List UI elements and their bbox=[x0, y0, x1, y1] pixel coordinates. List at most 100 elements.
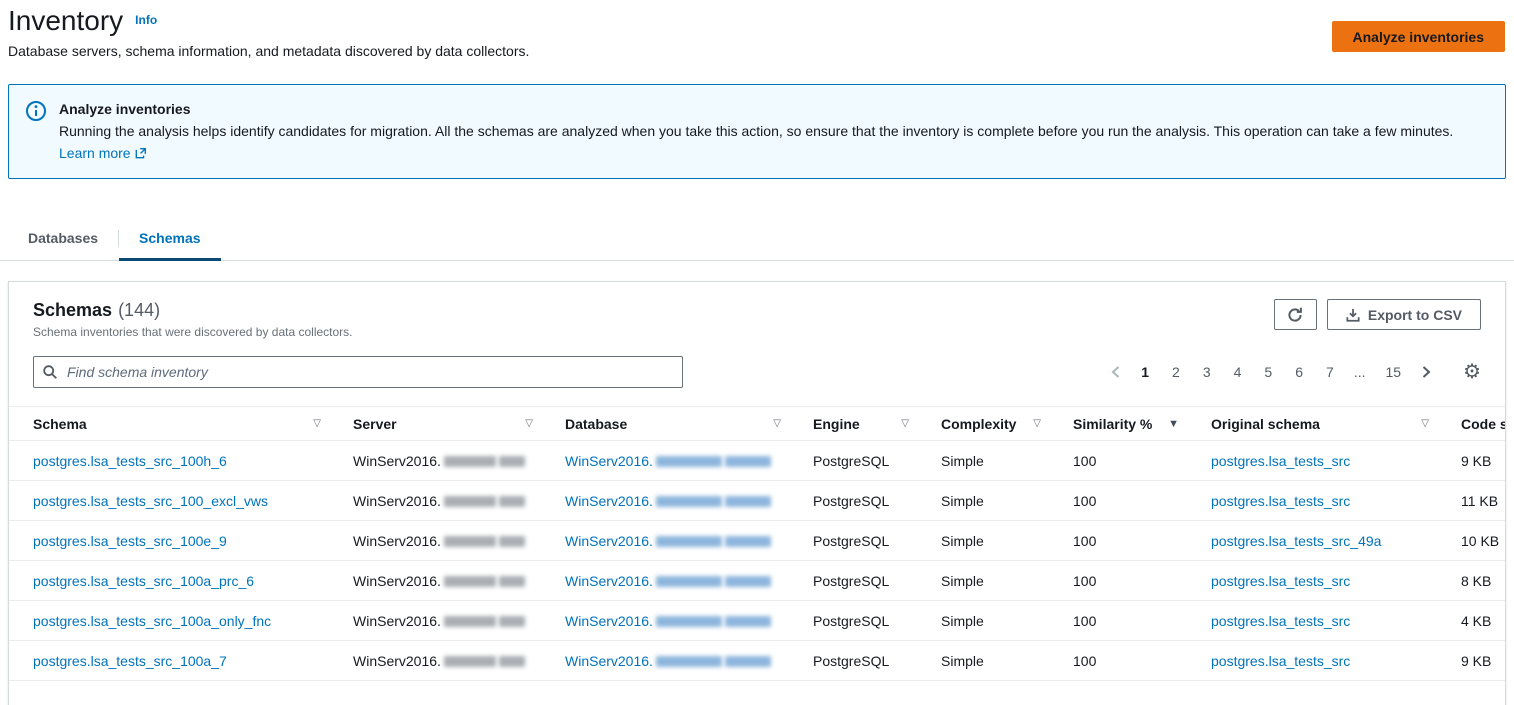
analyze-inventories-button[interactable]: Analyze inventories bbox=[1331, 21, 1505, 52]
page-number[interactable]: 3 bbox=[1200, 362, 1214, 382]
tab-databases[interactable]: Databases bbox=[8, 217, 118, 260]
column-header-server[interactable]: Server ▽ bbox=[337, 406, 549, 441]
redacted-text bbox=[498, 496, 525, 508]
column-header-similarity[interactable]: Similarity % ▼ bbox=[1057, 406, 1195, 441]
redacted-text bbox=[655, 496, 722, 508]
alert-body-text: Running the analysis helps identify cand… bbox=[59, 123, 1454, 139]
similarity-cell: 100 bbox=[1057, 600, 1195, 641]
redacted-text bbox=[443, 576, 496, 588]
filter-icon[interactable]: ▽ bbox=[901, 418, 909, 429]
database-link[interactable]: WinServ2016. bbox=[565, 533, 771, 549]
schema-link[interactable]: postgres.lsa_tests_src_100e_9 bbox=[33, 533, 227, 549]
column-header-code-size[interactable]: Code size bbox=[1445, 406, 1505, 441]
original-schema-link[interactable]: postgres.lsa_tests_src bbox=[1211, 613, 1350, 629]
redacted-text bbox=[655, 536, 722, 548]
table-row: postgres.lsa_tests_src_100a_only_fnc Win… bbox=[9, 600, 1505, 641]
pagination-ellipsis: ... bbox=[1353, 364, 1366, 380]
info-link[interactable]: Info bbox=[135, 13, 157, 27]
schema-link[interactable]: postgres.lsa_tests_src_100a_only_fnc bbox=[33, 613, 271, 629]
refresh-button[interactable] bbox=[1273, 299, 1317, 330]
server-name: WinServ2016. bbox=[353, 572, 441, 589]
original-schema-link[interactable]: postgres.lsa_tests_src bbox=[1211, 653, 1350, 669]
info-alert: Analyze inventories Running the analysis… bbox=[8, 84, 1506, 179]
page-number[interactable]: 7 bbox=[1323, 362, 1337, 382]
redacted-text bbox=[655, 456, 722, 468]
page-header: Inventory Info Database servers, schema … bbox=[0, 0, 1514, 59]
complexity-cell: Simple bbox=[925, 600, 1057, 641]
database-link[interactable]: WinServ2016. bbox=[565, 573, 771, 589]
page-number[interactable]: 15 bbox=[1382, 362, 1404, 382]
server-name: WinServ2016. bbox=[353, 452, 441, 469]
database-link[interactable]: WinServ2016. bbox=[565, 653, 771, 669]
schema-link[interactable]: postgres.lsa_tests_src_100_excl_vws bbox=[33, 493, 268, 509]
redacted-text bbox=[498, 456, 525, 468]
redacted-text bbox=[655, 656, 722, 668]
sort-descending-icon[interactable]: ▼ bbox=[1168, 418, 1179, 430]
original-schema-link[interactable]: postgres.lsa_tests_src_49a bbox=[1211, 533, 1381, 549]
engine-cell: PostgreSQL bbox=[797, 520, 925, 561]
search-box bbox=[33, 356, 683, 388]
filter-icon[interactable]: ▽ bbox=[1033, 418, 1041, 429]
page-description: Database servers, schema information, an… bbox=[8, 43, 530, 59]
table-row: postgres.lsa_tests_src_100h_6 WinServ201… bbox=[9, 440, 1505, 481]
inventory-page: Inventory Info Database servers, schema … bbox=[0, 0, 1514, 705]
learn-more-link[interactable]: Learn more bbox=[59, 145, 147, 161]
page-number[interactable]: 2 bbox=[1169, 362, 1183, 382]
schema-link[interactable]: postgres.lsa_tests_src_100a_prc_6 bbox=[33, 573, 254, 589]
original-schema-link[interactable]: postgres.lsa_tests_src bbox=[1211, 493, 1350, 509]
redacted-text bbox=[655, 616, 722, 628]
page-number[interactable]: 1 bbox=[1138, 362, 1152, 382]
redacted-text bbox=[655, 576, 722, 588]
download-icon bbox=[1346, 308, 1360, 322]
filter-icon[interactable]: ▽ bbox=[313, 418, 321, 429]
column-header-database[interactable]: Database ▽ bbox=[549, 406, 797, 441]
preferences-gear-icon[interactable]: ⚙ bbox=[1463, 362, 1481, 382]
tab-schemas[interactable]: Schemas bbox=[119, 217, 222, 261]
database-link[interactable]: WinServ2016. bbox=[565, 613, 771, 629]
similarity-cell: 100 bbox=[1057, 520, 1195, 561]
server-name: WinServ2016. bbox=[353, 532, 441, 549]
original-schema-link[interactable]: postgres.lsa_tests_src bbox=[1211, 453, 1350, 469]
column-header-original-schema[interactable]: Original schema ▽ bbox=[1195, 406, 1445, 441]
server-name: WinServ2016. bbox=[353, 492, 441, 509]
filter-icon[interactable]: ▽ bbox=[773, 418, 781, 429]
complexity-cell: Simple bbox=[925, 520, 1057, 561]
redacted-text bbox=[724, 496, 771, 508]
redacted-text bbox=[724, 616, 771, 628]
redacted-text bbox=[724, 456, 771, 468]
engine-cell: PostgreSQL bbox=[797, 440, 925, 481]
page-number[interactable]: 4 bbox=[1231, 362, 1245, 382]
external-link-icon bbox=[135, 146, 147, 162]
similarity-cell: 100 bbox=[1057, 640, 1195, 681]
column-header-schema[interactable]: Schema ▽ bbox=[9, 406, 337, 441]
column-header-engine[interactable]: Engine ▽ bbox=[797, 406, 925, 441]
filter-icon[interactable]: ▽ bbox=[1421, 418, 1429, 429]
code-size-cell: 10 KB bbox=[1445, 520, 1505, 561]
page-number[interactable]: 5 bbox=[1261, 362, 1275, 382]
code-size-cell: 9 KB bbox=[1445, 440, 1505, 481]
schema-link[interactable]: postgres.lsa_tests_src_100h_6 bbox=[33, 453, 227, 469]
table-header-row: Schema ▽ Server ▽ Database ▽ Engine ▽ Comple… bbox=[9, 406, 1505, 441]
schema-link[interactable]: postgres.lsa_tests_src_100a_7 bbox=[33, 653, 227, 669]
table-row: postgres.lsa_tests_src_100e_9 WinServ201… bbox=[9, 520, 1505, 561]
redacted-text bbox=[498, 536, 525, 548]
database-link[interactable]: WinServ2016. bbox=[565, 453, 771, 469]
search-input[interactable] bbox=[33, 356, 683, 388]
export-csv-button[interactable]: Export to CSV bbox=[1326, 299, 1481, 330]
engine-cell: PostgreSQL bbox=[797, 480, 925, 521]
alert-body: Running the analysis helps identify cand… bbox=[59, 120, 1479, 165]
redacted-text bbox=[724, 576, 771, 588]
page-number[interactable]: 6 bbox=[1292, 362, 1306, 382]
previous-page-icon[interactable] bbox=[1110, 365, 1121, 379]
next-page-icon[interactable] bbox=[1421, 365, 1432, 379]
redacted-text bbox=[443, 616, 496, 628]
column-header-complexity[interactable]: Complexity ▽ bbox=[925, 406, 1057, 441]
filter-icon[interactable]: ▽ bbox=[525, 418, 533, 429]
redacted-text bbox=[443, 656, 496, 668]
complexity-cell: Simple bbox=[925, 440, 1057, 481]
database-link[interactable]: WinServ2016. bbox=[565, 493, 771, 509]
similarity-cell: 100 bbox=[1057, 480, 1195, 521]
original-schema-link[interactable]: postgres.lsa_tests_src bbox=[1211, 573, 1350, 589]
alert-content: Analyze inventories Running the analysis… bbox=[59, 98, 1479, 165]
complexity-cell: Simple bbox=[925, 640, 1057, 681]
